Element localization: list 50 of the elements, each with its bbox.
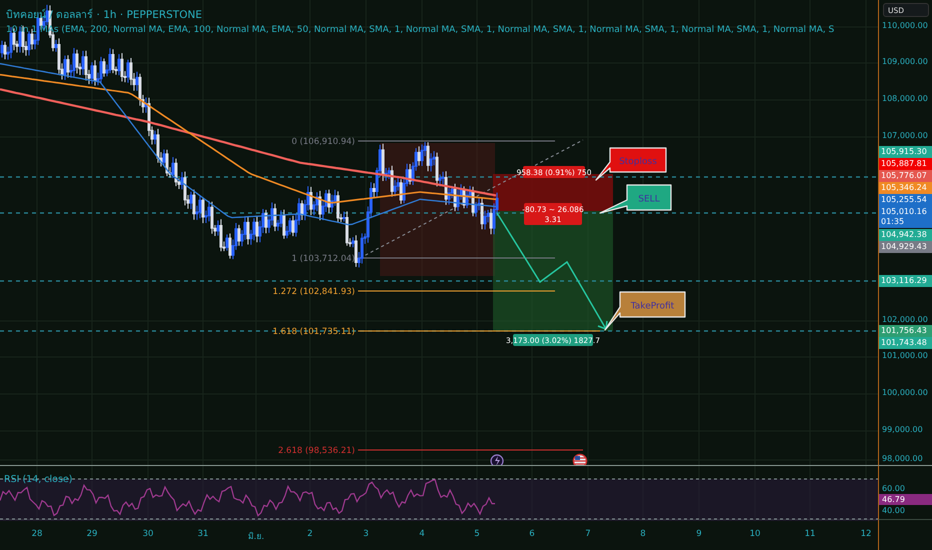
price-tag: 104,942.38	[879, 229, 932, 241]
price-tag: 105,887.81	[879, 158, 932, 170]
time-axis-label: 30	[142, 529, 154, 539]
price-tag: 105,346.24	[879, 182, 932, 194]
lightning-icon[interactable]	[490, 454, 504, 465]
time-axis-label: 4	[419, 529, 425, 539]
time-axis-label: 29	[86, 529, 98, 539]
time-axis-label: 2	[307, 529, 313, 539]
fib-level-label: 1 (103,712.04)	[292, 254, 355, 264]
time-axis-label: 31	[198, 529, 208, 539]
time-axis-label: 5	[474, 529, 480, 539]
time-axis-label: 8	[640, 529, 646, 539]
price-tag: 105,010.16 01:35	[879, 206, 932, 228]
price-axis-label: 107,000.00	[882, 131, 928, 140]
price-axis-label: 102,000.00	[882, 315, 928, 324]
time-axis-label: 7	[585, 529, 591, 539]
fib-level-label: 2.618 (98,536.21)	[278, 446, 355, 456]
price-tag: 105,776.07	[879, 170, 932, 182]
price-axis-label: 110,000.00	[882, 21, 928, 30]
time-axis-label: 10	[750, 529, 760, 539]
time-axis-label: มิ.ย.	[248, 531, 264, 543]
price-tag: 101,756.43	[879, 325, 932, 337]
price-tag: 105,915.30	[879, 146, 932, 158]
fib-level-label: 0 (106,910.94)	[292, 137, 355, 147]
price-tag: 104,929.43	[879, 241, 932, 253]
price-axis-label: 101,000.00	[882, 351, 928, 360]
price-axis-label: 100,000.00	[882, 388, 928, 397]
price-axis-label: 109,000.00	[882, 57, 928, 66]
time-axis-label: 6	[529, 529, 535, 539]
price-tag: 105,255.54	[879, 194, 932, 206]
callout: Stoploss	[595, 147, 667, 181]
callout: SELL	[599, 184, 672, 214]
price-tag: 101,743.48	[879, 337, 932, 349]
rsi-axis-label: 60.00	[882, 484, 905, 493]
price-axis-label: 108,000.00	[882, 94, 928, 103]
price-axis-label: 99,000.00	[882, 425, 923, 434]
callout: TakeProfit	[604, 291, 686, 331]
time-axis-label: 28	[32, 529, 42, 539]
price-tag: 103,116.29	[879, 275, 932, 287]
time-axis-label: 12	[860, 529, 872, 539]
flag-icon[interactable]	[572, 454, 588, 465]
rsi-value-tag: 46.79	[879, 494, 932, 505]
time-axis-label: 9	[696, 529, 702, 539]
rsi-axis-label: 40.00	[882, 506, 905, 515]
time-axis-label: 3	[363, 529, 369, 539]
fib-level-label: 1.618 (101,735.11)	[272, 327, 355, 337]
fib-level-label: 1.272 (102,841.93)	[272, 287, 355, 297]
price-axis-label: 98,000.00	[882, 454, 923, 463]
time-axis-label: 11	[804, 529, 816, 539]
rsi-title: RSI (14, close)	[4, 474, 72, 485]
